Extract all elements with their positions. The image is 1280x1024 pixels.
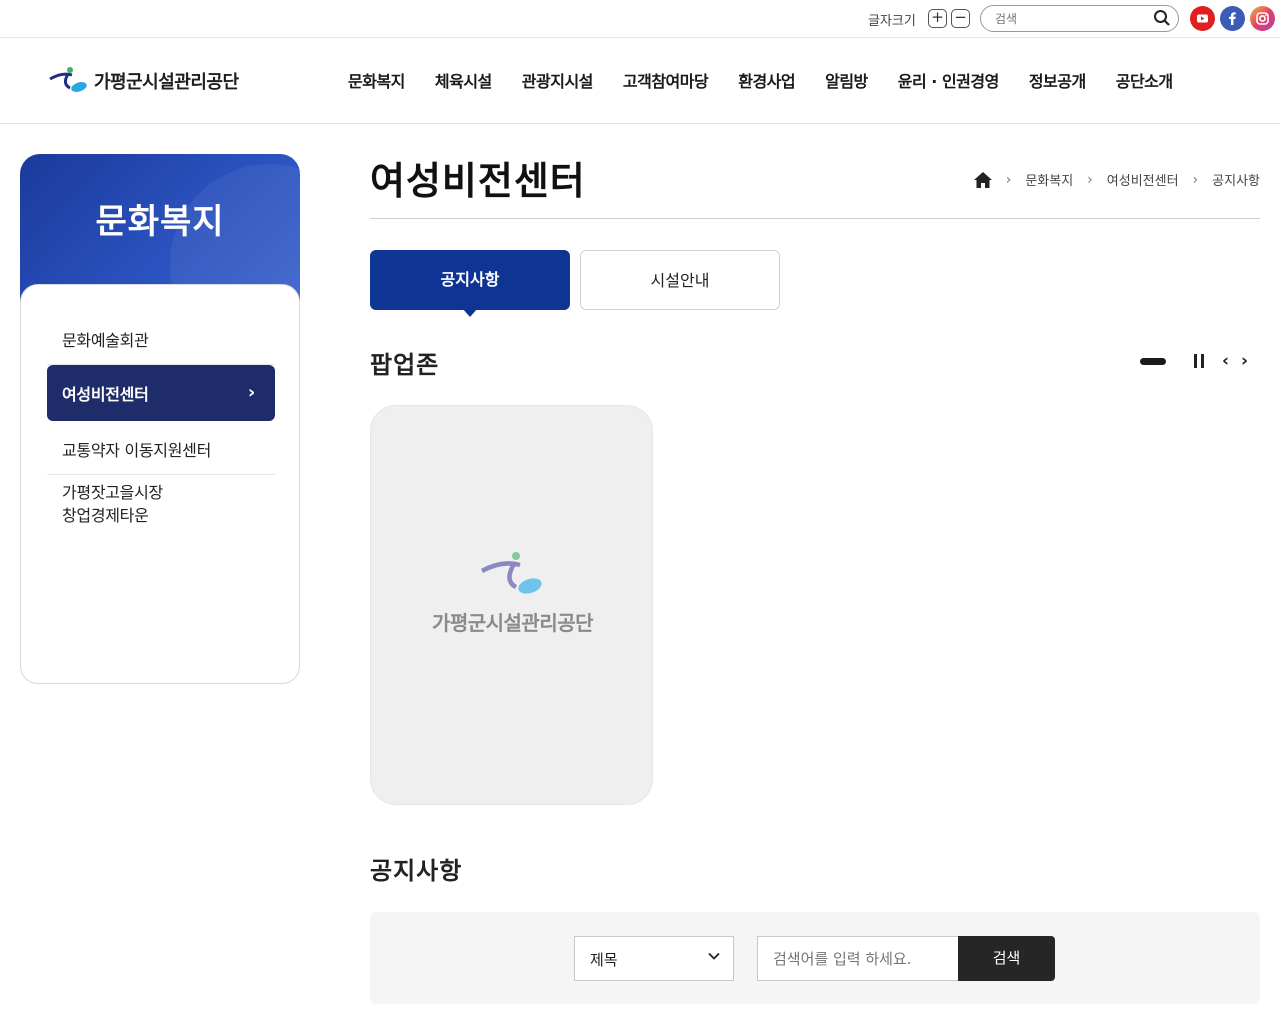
facebook-icon[interactable]	[1220, 6, 1245, 31]
font-increase-button[interactable]: +	[928, 9, 947, 28]
popup-logo: 가평군시설관리공단	[371, 551, 654, 636]
sidebar-header: 문화복지	[20, 154, 300, 304]
keyword-input[interactable]	[757, 936, 959, 981]
nav-item-environment[interactable]: 환경사업	[738, 68, 795, 92]
nav-item-culture-welfare[interactable]: 문화복지	[348, 68, 405, 92]
top-search-input[interactable]	[995, 10, 1145, 28]
tab-label: 공지사항	[440, 270, 500, 289]
search-icon[interactable]	[1153, 9, 1171, 27]
breadcrumb: › 문화복지 › 여성비전센터 › 공지사항	[973, 170, 1260, 189]
pause-icon[interactable]	[1192, 354, 1206, 368]
sidebar-menu: 문화예술회관 여성비전센터 › 교통약자 이동지원센터 가평잣고을시장 창업경제…	[20, 284, 300, 684]
notice-section-title: 공지사항	[370, 857, 463, 885]
breadcrumb-item[interactable]: 여성비전센터	[1107, 170, 1179, 189]
popup-logo-text: 가평군시설관리공단	[431, 611, 594, 635]
nav-item-sports[interactable]: 체육시설	[435, 68, 492, 92]
sidebar-item-label-line1: 가평잣고을시장	[62, 483, 163, 502]
search-button[interactable]: 검색	[958, 936, 1055, 981]
font-decrease-button[interactable]: −	[951, 9, 970, 28]
notice-search-panel: 제목 검색	[370, 912, 1260, 1004]
nav-item-ethics[interactable]: 윤리 · 인권경영	[898, 68, 1000, 92]
select-value: 제목	[590, 951, 618, 969]
title-divider	[370, 218, 1260, 219]
breadcrumb-item-current: 공지사항	[1212, 174, 1260, 189]
site-header: 가평군시설관리공단 문화복지 체육시설 관광지시설 고객참여마당 환경사업 알림…	[0, 38, 1280, 124]
logo-text: 가평군시설관리공단	[94, 72, 239, 93]
sidebar-title: 문화복지	[95, 202, 225, 242]
nav-item-about[interactable]: 공단소개	[1116, 68, 1173, 92]
sidebar-item-label: 여성비전센터	[62, 385, 149, 404]
tab-label: 시설안내	[650, 271, 710, 290]
tab-notice[interactable]: 공지사항	[370, 250, 570, 317]
search-field-select[interactable]: 제목	[574, 936, 734, 981]
sidebar-item-mobility-support[interactable]: 교통약자 이동지원센터	[47, 425, 275, 475]
popup-card[interactable]: 가평군시설관리공단	[370, 405, 653, 805]
nav-item-disclosure[interactable]: 정보공개	[1029, 68, 1086, 92]
top-search-box	[980, 5, 1179, 32]
font-size-label: 글자크기	[868, 14, 916, 29]
popup-controls: ‹ ›	[1140, 353, 1254, 370]
site-logo[interactable]: 가평군시설관리공단	[48, 66, 239, 96]
chevron-down-icon	[708, 952, 720, 960]
chevron-right-icon: ›	[1005, 171, 1012, 188]
breadcrumb-item[interactable]: 문화복지	[1025, 170, 1073, 189]
sidebar-item-market-town[interactable]: 가평잣고을시장 창업경제타운	[47, 479, 275, 535]
home-icon[interactable]	[973, 171, 992, 188]
next-arrow-icon[interactable]: ›	[1241, 353, 1248, 370]
main-nav: 문화복지 체육시설 관광지시설 고객참여마당 환경사업 알림방 윤리 · 인권경…	[348, 68, 1203, 92]
sidebar-item-women-vision-center[interactable]: 여성비전센터 ›	[47, 365, 275, 421]
instagram-icon[interactable]	[1250, 6, 1275, 31]
popup-indicator[interactable]	[1140, 357, 1166, 365]
sidebar-item-label: 문화예술회관	[62, 331, 149, 350]
nav-item-tourism[interactable]: 관광지시설	[522, 68, 594, 92]
logo-mark-icon	[49, 67, 87, 92]
nav-item-customer[interactable]: 고객참여마당	[623, 68, 709, 92]
sidebar-item-label: 교통약자 이동지원센터	[62, 441, 211, 460]
prev-arrow-icon[interactable]: ‹	[1222, 353, 1229, 370]
nav-item-notice[interactable]: 알림방	[825, 68, 868, 92]
chevron-right-icon: ›	[1087, 171, 1093, 188]
page-title: 여성비전센터	[370, 159, 586, 203]
logo-mark-icon	[480, 552, 542, 594]
chevron-right-icon: ›	[247, 382, 255, 403]
youtube-icon[interactable]	[1190, 6, 1215, 31]
active-tab-indicator	[462, 308, 478, 317]
utility-bar: 글자크기 + −	[0, 0, 1280, 38]
chevron-right-icon: ›	[1192, 171, 1199, 188]
sidebar-item-arts-center[interactable]: 문화예술회관	[47, 315, 275, 365]
sidebar-item-label-line2: 창업경제타운	[62, 506, 149, 525]
popup-zone-title: 팝업존	[370, 351, 440, 379]
tab-facility-info[interactable]: 시설안내	[580, 250, 780, 310]
